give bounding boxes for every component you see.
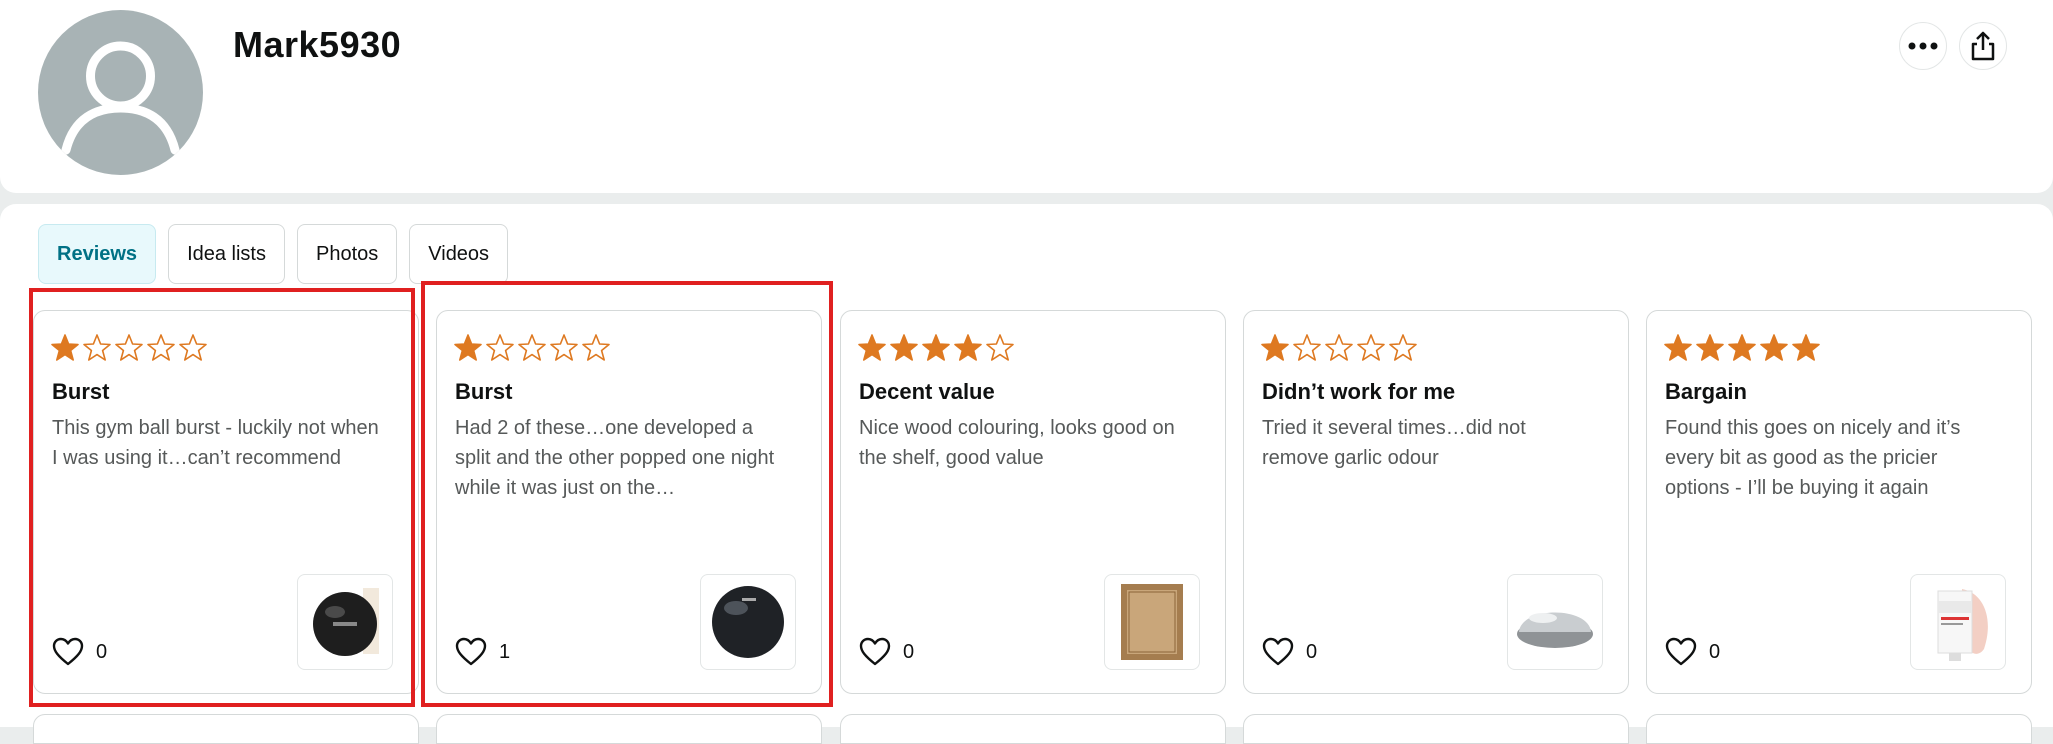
product-thumbnail[interactable]: [1910, 574, 2006, 670]
star-empty-icon: [179, 334, 207, 361]
review-title: Bargain: [1665, 379, 1747, 404]
star-empty-icon: [582, 334, 610, 361]
like-button[interactable]: 0: [1262, 637, 1317, 667]
star-empty-icon: [1357, 334, 1385, 361]
star-filled-icon: [954, 334, 982, 361]
star-filled-icon: [1728, 334, 1756, 361]
like-count: 0: [96, 640, 108, 663]
star-filled-icon: [1696, 334, 1724, 361]
star-filled-icon: [1664, 334, 1692, 361]
review-card-partial[interactable]: [436, 714, 822, 744]
tab-idea-lists[interactable]: Idea lists: [168, 224, 285, 284]
share-button[interactable]: [1959, 22, 2007, 70]
star-rating: [453, 333, 611, 363]
star-rating: [1663, 333, 1821, 363]
star-empty-icon: [147, 334, 175, 361]
review-title: Burst: [455, 379, 513, 404]
gym-ball-image: [313, 588, 379, 656]
username-text: Mark5930: [233, 24, 402, 65]
review-card[interactable]: Burst Had 2 of these…one developed a spl…: [436, 310, 822, 694]
gym-ball-image: [712, 586, 784, 658]
more-horizontal-icon: [1908, 42, 1938, 50]
tab-videos[interactable]: Videos: [409, 224, 509, 284]
review-card-partial[interactable]: [1243, 714, 1629, 744]
tab-photos[interactable]: Photos: [297, 224, 398, 284]
like-count: 0: [903, 640, 915, 663]
cream-tube-image: [1937, 589, 1988, 661]
review-title: Decent value: [859, 379, 995, 404]
star-empty-icon: [486, 334, 514, 361]
star-empty-icon: [518, 334, 546, 361]
product-thumbnail[interactable]: [1104, 574, 1200, 670]
review-title: Didn’t work for me: [1262, 379, 1456, 404]
like-button[interactable]: 0: [52, 637, 107, 667]
star-empty-icon: [83, 334, 111, 361]
like-button[interactable]: 0: [859, 637, 914, 667]
review-card[interactable]: Didn’t work for me Tried it several time…: [1243, 310, 1629, 694]
like-button[interactable]: 1: [455, 637, 510, 667]
like-count: 0: [1709, 640, 1721, 663]
star-filled-icon: [890, 334, 918, 361]
star-filled-icon: [1792, 334, 1820, 361]
product-thumbnail[interactable]: [1507, 574, 1603, 670]
like-count: 1: [499, 640, 511, 663]
profile-header: Mark5930: [0, 0, 2053, 193]
review-card[interactable]: Decent value Nice wood colouring, looks …: [840, 310, 1226, 694]
heart-icon: [1665, 637, 1697, 666]
star-empty-icon: [115, 334, 143, 361]
profile-username: Mark5930: [233, 24, 401, 66]
avatar: [38, 10, 203, 175]
star-filled-icon: [454, 334, 482, 361]
profile-content: Reviews Idea lists Photos Videos Burst T…: [0, 204, 2053, 744]
star-rating: [50, 333, 208, 363]
review-text: This gym ball burst - luckily not when I…: [52, 417, 379, 469]
star-filled-icon: [51, 334, 79, 361]
product-thumbnail[interactable]: [700, 574, 796, 670]
product-thumbnail[interactable]: [297, 574, 393, 670]
review-text: Found this goes on nicely and it’s every…: [1665, 417, 1961, 499]
star-empty-icon: [1293, 334, 1321, 361]
star-filled-icon: [922, 334, 950, 361]
star-empty-icon: [550, 334, 578, 361]
review-card-partial[interactable]: [1646, 714, 2032, 744]
review-title: Burst: [52, 379, 110, 404]
wooden-frame-image: [1121, 584, 1183, 660]
share-icon: [1971, 31, 1995, 61]
like-button[interactable]: 0: [1665, 637, 1720, 667]
heart-icon: [859, 637, 891, 666]
heart-icon: [455, 637, 487, 666]
review-card-partial[interactable]: [840, 714, 1226, 744]
review-text: Tried it several times…did not remove ga…: [1262, 417, 1526, 469]
tab-reviews[interactable]: Reviews: [38, 224, 157, 284]
more-options-button[interactable]: [1899, 22, 1947, 70]
heart-icon: [52, 637, 84, 666]
star-empty-icon: [1325, 334, 1353, 361]
star-empty-icon: [1389, 334, 1417, 361]
star-filled-icon: [858, 334, 886, 361]
review-card[interactable]: Bargain Found this goes on nicely and it…: [1646, 310, 2032, 694]
star-filled-icon: [1760, 334, 1788, 361]
review-card-partial[interactable]: [33, 714, 419, 744]
star-empty-icon: [986, 334, 1014, 361]
heart-icon: [1262, 637, 1294, 666]
review-text: Nice wood colouring, looks good on the s…: [859, 417, 1175, 469]
star-rating: [857, 333, 1015, 363]
user-silhouette-icon: [61, 41, 180, 155]
review-text: Had 2 of these…one developed a split and…: [455, 417, 775, 499]
steel-soap-image: [1517, 612, 1593, 648]
star-filled-icon: [1261, 334, 1289, 361]
profile-tabs: Reviews Idea lists Photos Videos: [38, 224, 509, 284]
review-card[interactable]: Burst This gym ball burst - luckily not …: [33, 310, 419, 694]
like-count: 0: [1306, 640, 1318, 663]
star-rating: [1260, 333, 1418, 363]
